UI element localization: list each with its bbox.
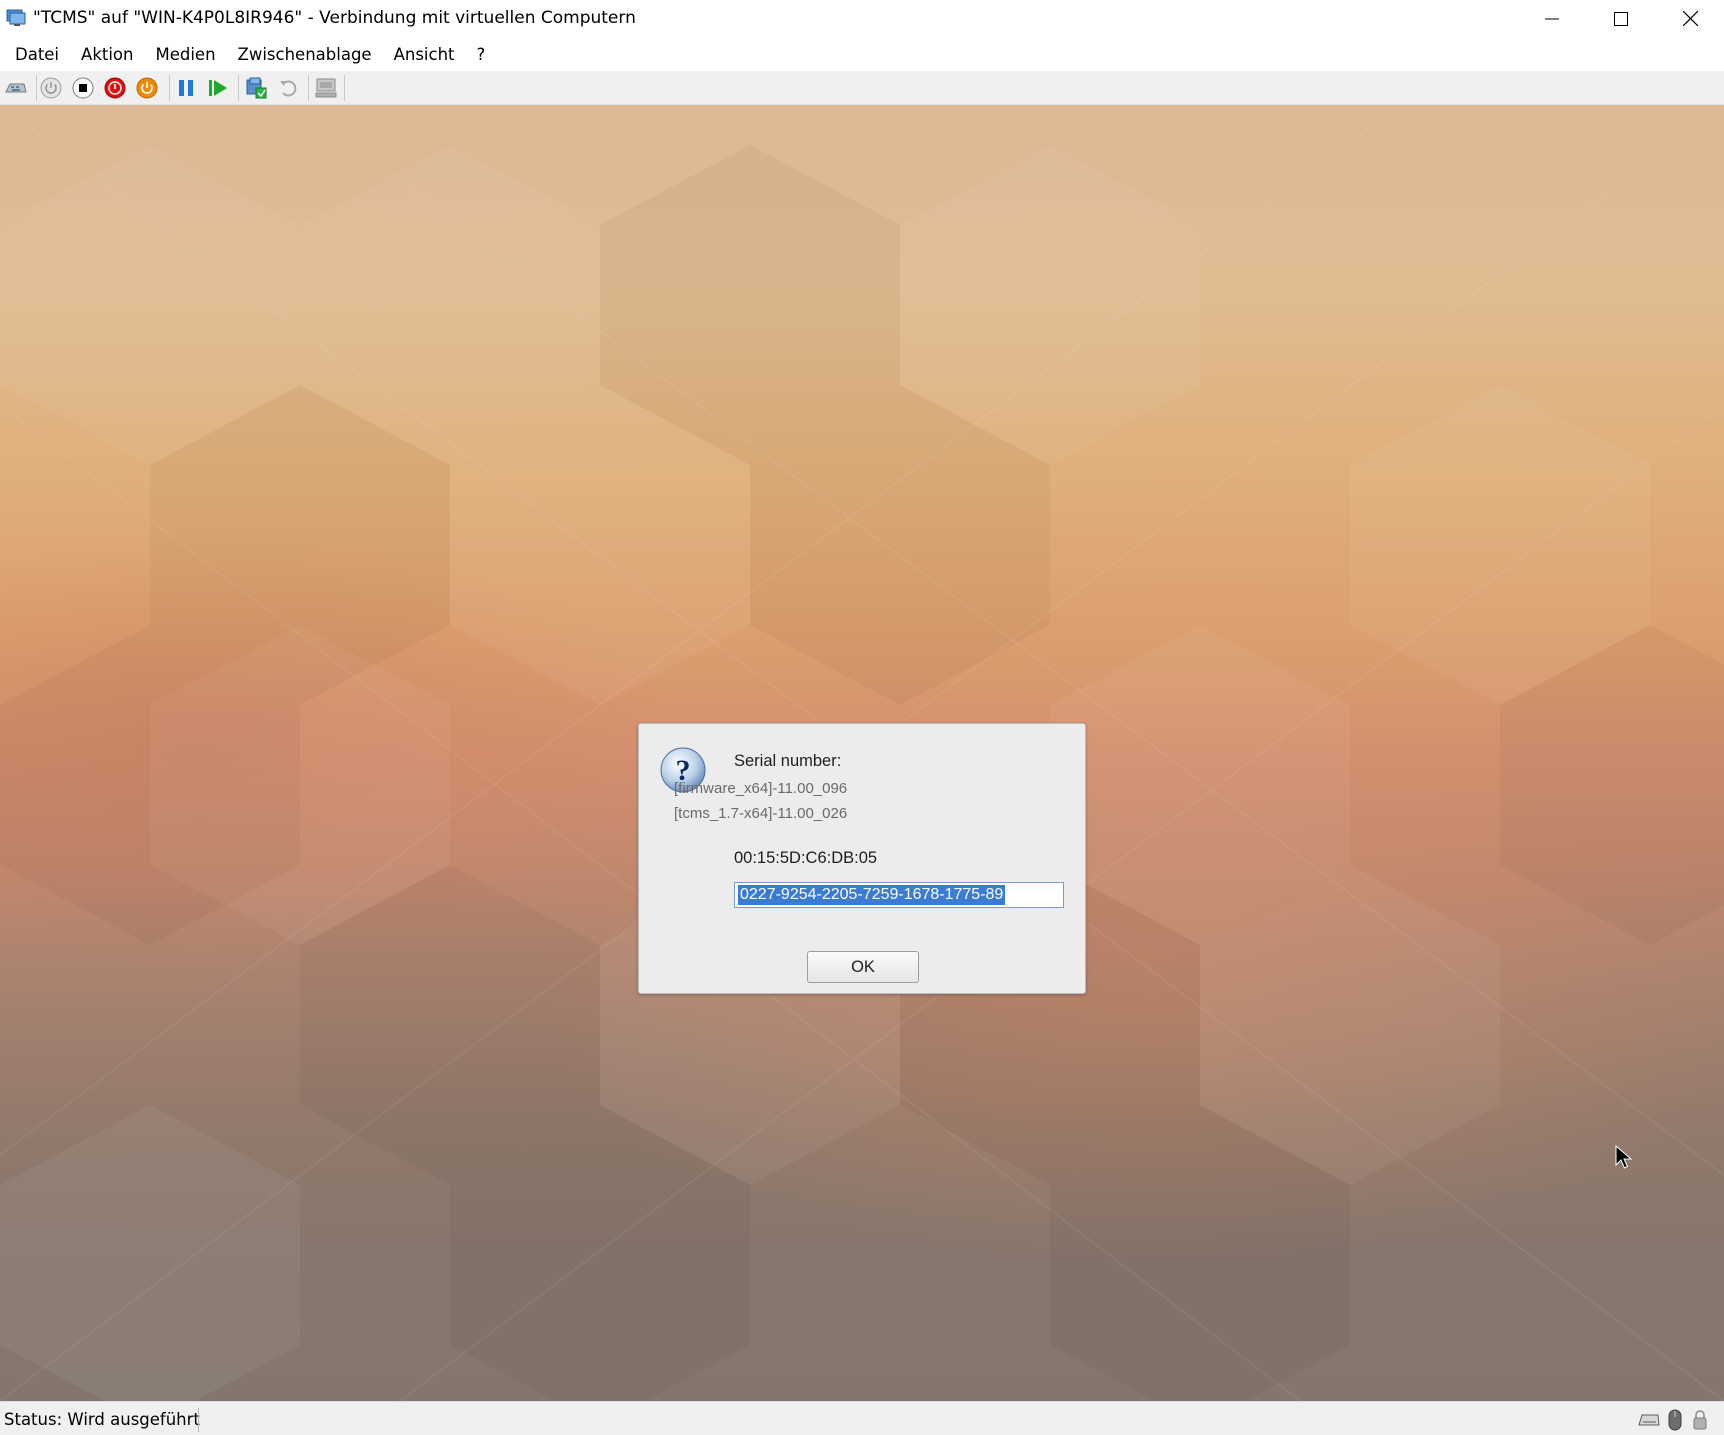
mouse-pointer-icon <box>1615 1145 1633 1169</box>
menu-help[interactable]: ? <box>466 41 497 68</box>
ctrl-alt-del-button[interactable] <box>2 75 30 101</box>
save-state-icon <box>136 77 158 99</box>
firmware-version: [firmware_x64]-11.00_096 <box>674 780 848 797</box>
minimize-icon <box>1545 18 1559 19</box>
turn-off-button[interactable] <box>69 75 97 101</box>
ctrl-alt-del-icon <box>5 83 27 93</box>
pause-icon <box>179 80 193 96</box>
status-separator <box>198 1408 199 1432</box>
ok-button[interactable]: OK <box>807 951 919 983</box>
start-button[interactable] <box>37 75 65 101</box>
enhanced-session-button[interactable] <box>312 75 340 101</box>
minimize-button[interactable] <box>1517 0 1587 37</box>
mouse-icon <box>1668 1409 1682 1431</box>
menu-ansicht[interactable]: Ansicht <box>383 41 466 68</box>
window-title: "TCMS" auf "WIN-K4P0L8IR946" - Verbindun… <box>33 8 636 28</box>
enhanced-session-icon <box>315 78 337 98</box>
serial-number-dialog: ? Serial number: [firmware_x64]-11.00_09… <box>638 723 1086 994</box>
pause-button[interactable] <box>172 75 200 101</box>
close-icon <box>1682 11 1698 26</box>
title-bar: "TCMS" auf "WIN-K4P0L8IR946" - Verbindun… <box>0 0 1724 37</box>
keyboard-icon <box>1638 1414 1660 1426</box>
shutdown-icon <box>104 77 126 99</box>
close-button[interactable] <box>1655 0 1724 37</box>
menu-datei[interactable]: Datei <box>4 41 70 68</box>
checkpoint-icon <box>246 77 267 99</box>
keyboard-status <box>1638 1409 1660 1431</box>
start-icon <box>40 77 62 99</box>
checkpoint-button[interactable] <box>242 75 270 101</box>
maximize-button[interactable] <box>1586 0 1656 37</box>
menu-bar: Datei Aktion Medien Zwischenablage Ansic… <box>0 37 1724 71</box>
maximize-icon <box>1614 11 1628 26</box>
resume-button[interactable] <box>204 75 232 101</box>
serial-number-input[interactable]: 0227-9254-2205-7259-1678-1775-89 <box>734 882 1064 908</box>
save-state-button[interactable] <box>133 75 161 101</box>
lock-status <box>1692 1409 1708 1431</box>
toolbar <box>0 71 1724 105</box>
menu-zwischenablage[interactable]: Zwischenablage <box>227 41 383 68</box>
serial-number-selected-text: 0227-9254-2205-7259-1678-1775-89 <box>738 885 1006 905</box>
menu-aktion[interactable]: Aktion <box>70 41 144 68</box>
vm-display[interactable]: ? Serial number: [firmware_x64]-11.00_09… <box>0 105 1724 1401</box>
mac-address: 00:15:5D:C6:DB:05 <box>734 849 878 867</box>
status-text: Status: Wird ausgeführt <box>4 1410 200 1429</box>
lock-icon <box>1693 1410 1707 1430</box>
menu-medien[interactable]: Medien <box>144 41 226 68</box>
shutdown-button[interactable] <box>101 75 129 101</box>
revert-button[interactable] <box>274 75 302 101</box>
vm-connection-window: "TCMS" auf "WIN-K4P0L8IR946" - Verbindun… <box>0 0 1724 1435</box>
mouse-status <box>1668 1409 1682 1431</box>
vm-connection-app-icon <box>6 9 26 26</box>
tcms-version: [tcms_1.7-x64]-11.00_026 <box>674 805 848 822</box>
status-bar: Status: Wird ausgeführt <box>0 1401 1724 1435</box>
resume-icon <box>209 80 227 96</box>
revert-icon <box>280 80 297 97</box>
dialog-title: Serial number: <box>734 752 842 770</box>
turn-off-icon <box>72 77 94 99</box>
